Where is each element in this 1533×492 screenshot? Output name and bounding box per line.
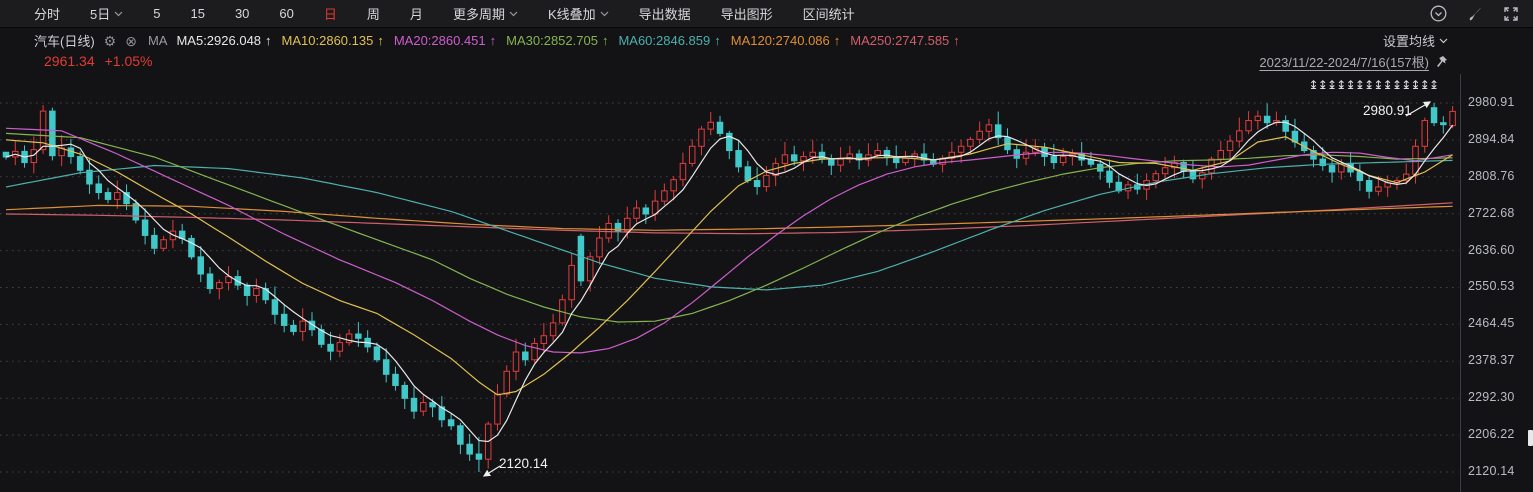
trend-up-arrow-icon: ↑	[834, 33, 841, 48]
ma-legend-MA20: MA20:2860.451 ↑	[394, 33, 496, 48]
ma-value: MA60:2846.859	[618, 33, 710, 48]
y-axis-tick: 2206.22	[1468, 427, 1530, 441]
ma-line-MA30	[6, 133, 1453, 322]
date-range-link[interactable]: 2023/11/22-2024/7/16(157根)	[1259, 52, 1429, 71]
ma-legend-MA5: MA5:2926.048 ↑	[176, 33, 271, 48]
toolbar-item-导出图形[interactable]: 导出图形	[721, 4, 773, 23]
y-axis-tick: 2464.45	[1468, 316, 1530, 330]
toolbar-item-label: K线叠加	[548, 4, 596, 23]
toolbar-item-label: 60	[279, 6, 293, 21]
y-axis-tick: 2980.91	[1468, 95, 1530, 109]
instrument-title: 汽车(日线)	[34, 31, 95, 50]
ma-value: MA20:2860.451	[394, 33, 486, 48]
date-range-group: 2023/11/22-2024/7/16(157根)	[1259, 52, 1448, 71]
price-subheader: 2961.34 +1.05% 2023/11/22-2024/7/16(157根…	[0, 52, 1533, 70]
toolbar-item-分时[interactable]: 分时	[34, 4, 60, 23]
toolbar-item-label: 5	[153, 6, 160, 21]
toolbar-item-5[interactable]: 5	[153, 6, 160, 21]
toolbar-item-label: 日	[324, 4, 337, 23]
chevron-down-icon	[509, 11, 518, 17]
trend-up-arrow-icon: ↑	[953, 33, 960, 48]
candlestick-chart[interactable]	[0, 0, 1533, 492]
toolbar-item-15[interactable]: 15	[190, 6, 204, 21]
indicator-remove-icon[interactable]: ⊗	[125, 34, 137, 48]
ma-value: MA5:2926.048	[176, 33, 261, 48]
period-toolbar: 分时 5日 5 15 30 60 日 周 月 更多周期 K线叠加 导出数据 导出图形 区间统计	[0, 0, 1533, 28]
ma-indicator-label: MA	[148, 33, 168, 48]
ma-line-MA20	[6, 128, 1453, 353]
ma-line-MA5	[6, 122, 1453, 441]
trend-up-arrow-icon: ↑	[490, 33, 497, 48]
ma-value: MA10:2860.135	[282, 33, 374, 48]
toolbar-item-label: 区间统计	[803, 4, 855, 23]
chart-canvas[interactable]: 2980.91 2894.84 2808.76 2722.68 2636.60 2550.…	[0, 0, 1533, 492]
ma-legend: MA5:2926.048↑MA10:2860.135↑MA20:2860.451…	[176, 33, 959, 48]
y-axis-tick: 2378.37	[1468, 353, 1530, 367]
toolbar-item-导出数据[interactable]: 导出数据	[639, 4, 691, 23]
y-axis-tick: 2636.60	[1468, 243, 1530, 257]
toolbar-item-更多周期[interactable]: 更多周期	[453, 4, 518, 23]
change-percent: +1.05%	[105, 53, 153, 69]
chevron-down-icon	[114, 11, 123, 17]
ma-line-MA10	[6, 137, 1453, 395]
toolbar-item-60[interactable]: 60	[279, 6, 293, 21]
y-axis-tick: 2550.53	[1468, 279, 1530, 293]
ma-legend-MA250: MA250:2747.585 ↑	[850, 33, 960, 48]
y-axis-tick: 2292.30	[1468, 390, 1530, 404]
y-axis-tick: 2120.14	[1468, 464, 1530, 478]
ma-legend-MA60: MA60:2846.859 ↑	[618, 33, 720, 48]
trend-up-arrow-icon: ↑	[377, 33, 384, 48]
axis-drag-handle[interactable]	[1528, 430, 1533, 446]
toolbar-item-label: 15	[190, 6, 204, 21]
high-price-annotation: 2980.91	[1363, 103, 1412, 118]
trend-up-arrow-icon: ↑	[602, 33, 609, 48]
chart-header: 汽车(日线) ⚙ ⊗ MA MA5:2926.048↑MA10:2860.135…	[0, 31, 1533, 50]
ma-settings-label: 设置均线	[1383, 31, 1435, 50]
toolbar-item-label: 更多周期	[453, 4, 505, 23]
pin-icon[interactable]	[1435, 55, 1448, 68]
toolbar-item-日[interactable]: 日	[324, 4, 337, 23]
fullscreen-icon[interactable]	[1503, 6, 1519, 22]
event-marker-icon: ↨	[1429, 79, 1439, 91]
chevron-down-icon	[600, 11, 609, 17]
toolbar-item-周[interactable]: 周	[367, 4, 380, 23]
ma-value: MA120:2740.086	[731, 33, 830, 48]
collapse-circle-icon[interactable]	[1430, 5, 1447, 22]
ma-value: MA250:2747.585	[850, 33, 949, 48]
toolbar-item-K线叠加[interactable]: K线叠加	[548, 4, 609, 23]
trend-up-arrow-icon: ↑	[714, 33, 721, 48]
brush-icon[interactable]	[1467, 6, 1483, 22]
toolbar-item-label: 月	[410, 4, 423, 23]
toolbar-item-label: 分时	[34, 4, 60, 23]
y-axis-tick: 2722.68	[1468, 206, 1530, 220]
period-toolbar-items: 分时 5日 5 15 30 60 日 周 月 更多周期 K线叠加 导出数据 导出图形 区间统计	[34, 4, 855, 23]
ma-settings-button[interactable]: 设置均线	[1383, 31, 1448, 50]
toolbar-item-5日[interactable]: 5日	[90, 4, 123, 23]
ma-legend-MA120: MA120:2740.086 ↑	[731, 33, 841, 48]
toolbar-item-label: 导出图形	[721, 4, 773, 23]
ma-value: MA30:2852.705	[506, 33, 598, 48]
toolbar-item-月[interactable]: 月	[410, 4, 423, 23]
toolbar-item-区间统计[interactable]: 区间统计	[803, 4, 855, 23]
last-price: 2961.34	[44, 53, 95, 69]
trend-up-arrow-icon: ↑	[265, 33, 272, 48]
y-axis-tick: 2894.84	[1468, 132, 1530, 146]
ma-legend-MA10: MA10:2860.135↑	[282, 33, 384, 48]
toolbar-right-icons	[1430, 5, 1519, 22]
ma-legend-MA30: MA30:2852.705 ↑	[506, 33, 608, 48]
indicator-settings-gear-icon[interactable]: ⚙	[104, 34, 117, 48]
toolbar-item-label: 30	[235, 6, 249, 21]
y-axis-tick: 2808.76	[1468, 169, 1530, 183]
toolbar-item-label: 导出数据	[639, 4, 691, 23]
toolbar-item-label: 5日	[90, 4, 110, 23]
last-price-group: 2961.34 +1.05%	[44, 53, 152, 69]
low-price-annotation: 2120.14	[499, 456, 548, 471]
toolbar-item-label: 周	[367, 4, 380, 23]
toolbar-item-30[interactable]: 30	[235, 6, 249, 21]
